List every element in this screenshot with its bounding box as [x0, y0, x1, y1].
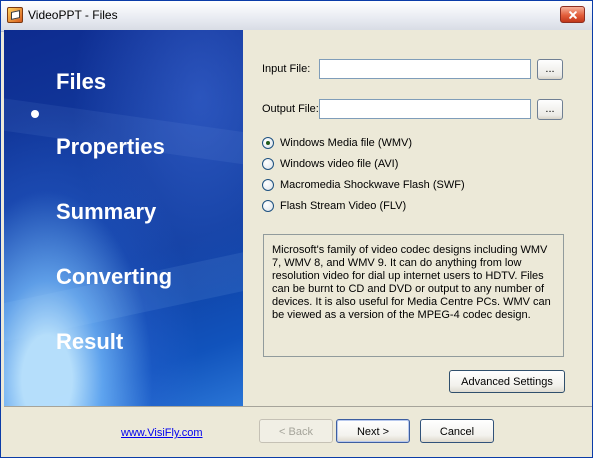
format-radio-wmv[interactable]	[262, 137, 274, 149]
sidebar-item-result: Result	[56, 329, 124, 354]
format-radio-avi[interactable]	[262, 158, 274, 170]
output-file-label: Output File:	[262, 103, 319, 115]
videoppt-window: VideoPPT - Files Files Properties Summar…	[0, 0, 593, 458]
input-file-browse-button[interactable]: ...	[537, 59, 563, 80]
format-label-avi[interactable]: Windows video file (AVI)	[280, 158, 398, 170]
window-title: VideoPPT - Files	[28, 8, 118, 22]
sidebar-item-files: Files	[56, 69, 107, 94]
website-link[interactable]: www.VisiFly.com	[121, 427, 203, 439]
output-file-browse-button[interactable]: ...	[537, 99, 563, 120]
back-button[interactable]: < Back	[259, 419, 333, 443]
input-file-field[interactable]	[319, 59, 531, 79]
close-button[interactable]	[560, 6, 585, 23]
wizard-footer: www.VisiFly.com < Back Next > Cancel	[1, 407, 592, 457]
wizard-steps-sidebar: Files Properties Summary Converting Resu…	[4, 30, 243, 406]
input-file-label: Input File:	[262, 63, 311, 75]
sidebar-item-summary: Summary	[56, 199, 157, 224]
format-label-swf[interactable]: Macromedia Shockwave Flash (SWF)	[280, 179, 465, 191]
format-radio-flv[interactable]	[262, 200, 274, 212]
next-button[interactable]: Next >	[336, 419, 410, 443]
format-label-flv[interactable]: Flash Stream Video (FLV)	[280, 200, 406, 212]
output-file-field[interactable]	[319, 99, 531, 119]
format-description: Microsoft's family of video codec design…	[263, 234, 564, 357]
advanced-settings-button[interactable]: Advanced Settings	[449, 370, 565, 393]
cancel-button[interactable]: Cancel	[420, 419, 494, 443]
active-step-bullet-icon	[31, 110, 39, 118]
videoppt-app-icon	[7, 7, 23, 23]
format-radio-swf[interactable]	[262, 179, 274, 191]
files-panel: Input File: ... Output File: ... Windows…	[243, 30, 592, 406]
sidebar-item-converting: Converting	[56, 264, 173, 289]
title-bar[interactable]: VideoPPT - Files	[1, 1, 592, 32]
format-label-wmv[interactable]: Windows Media file (WMV)	[280, 137, 412, 149]
sidebar-item-properties: Properties	[56, 134, 165, 159]
